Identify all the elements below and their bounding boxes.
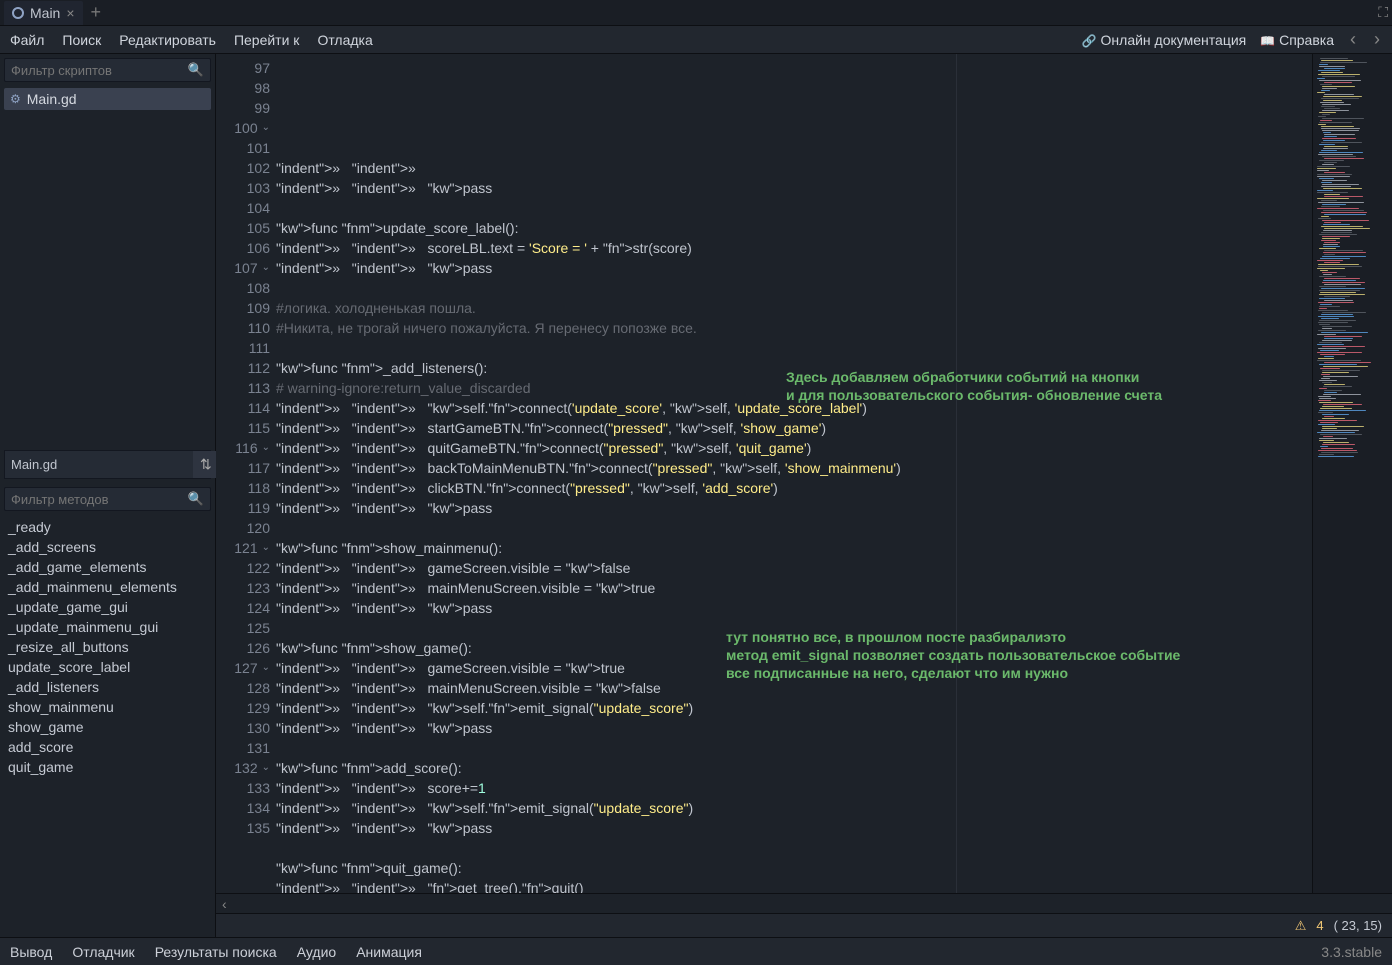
script-list: ⚙ Main.gd [0, 86, 215, 446]
help-icon: 📖 [1260, 34, 1275, 48]
help-link[interactable]: 📖 Справка [1260, 32, 1334, 48]
chevron-left-icon[interactable]: ‹ [222, 896, 227, 912]
link-icon: 🔗 [1082, 34, 1097, 48]
horizontal-scrollbar[interactable]: ‹ [216, 893, 1392, 913]
gear-icon: ⚙ [10, 92, 21, 106]
online-docs-link[interactable]: 🔗 Онлайн документация [1082, 32, 1247, 48]
script-sidebar: 🔍 ⚙ Main.gd ⇅ 🔍 _ready_add_screens_add_g… [0, 54, 216, 937]
menu-bar: Файл Поиск Редактировать Перейти к Отлад… [0, 26, 1392, 54]
bottom-anim[interactable]: Анимация [356, 944, 422, 960]
method-item[interactable]: show_game [0, 717, 215, 737]
gutter: 979899100 ⌄101102103104105106107 ⌄108109… [216, 54, 276, 893]
cursor-position: ( 23, 15) [1334, 918, 1382, 933]
filter-methods-input[interactable] [11, 492, 188, 507]
tab-bar: Main × + ⛶ [0, 0, 1392, 26]
swap-icon[interactable]: ⇅ [193, 451, 219, 478]
method-item[interactable]: _add_screens [0, 537, 215, 557]
method-item[interactable]: _add_listeners [0, 677, 215, 697]
method-item[interactable]: update_score_label [0, 657, 215, 677]
warning-count[interactable]: 4 [1316, 918, 1323, 933]
method-item[interactable]: _ready [0, 517, 215, 537]
filter-methods-row: 🔍 [4, 487, 211, 511]
method-list: _ready_add_screens_add_game_elements_add… [0, 515, 215, 937]
search-icon[interactable]: 🔍 [188, 62, 204, 78]
method-item[interactable]: quit_game [0, 757, 215, 777]
tab-title: Main [30, 5, 60, 21]
editor-status-bar: ⚠ 4 ( 23, 15) [216, 913, 1392, 937]
minimap[interactable] [1312, 54, 1392, 893]
script-icon [12, 7, 24, 19]
menu-debug[interactable]: Отладка [317, 32, 372, 48]
add-tab-button[interactable]: + [91, 2, 102, 23]
filter-scripts-row: 🔍 [4, 58, 211, 82]
menu-edit[interactable]: Редактировать [119, 32, 216, 48]
search-icon[interactable]: 🔍 [188, 491, 204, 507]
annotation-2: тут понятно все, в прошлом посте разбира… [726, 592, 1180, 718]
filter-scripts-input[interactable] [11, 63, 188, 78]
method-item[interactable]: add_score [0, 737, 215, 757]
main-area: 🔍 ⚙ Main.gd ⇅ 🔍 _ready_add_screens_add_g… [0, 54, 1392, 937]
script-item-label: Main.gd [27, 91, 77, 107]
menu-goto[interactable]: Перейти к [234, 32, 300, 48]
method-item[interactable]: show_mainmenu [0, 697, 215, 717]
bottom-audio[interactable]: Аудио [297, 944, 337, 960]
current-script-row: ⇅ [4, 450, 211, 479]
code-editor: 979899100 ⌄101102103104105106107 ⌄108109… [216, 54, 1392, 937]
menu-file[interactable]: Файл [10, 32, 44, 48]
expand-icon[interactable]: ⛶ [1378, 4, 1388, 21]
close-icon[interactable]: × [66, 5, 74, 21]
current-script-input[interactable] [5, 453, 193, 476]
tab-main[interactable]: Main × [4, 1, 83, 25]
bottom-search[interactable]: Результаты поиска [155, 944, 277, 960]
version-label: 3.3.stable [1321, 944, 1382, 960]
method-item[interactable]: _update_mainmenu_gui [0, 617, 215, 637]
method-item[interactable]: _add_game_elements [0, 557, 215, 577]
nav-forward-button[interactable]: › [1372, 29, 1382, 50]
script-item-main[interactable]: ⚙ Main.gd [4, 88, 211, 110]
code-viewport[interactable]: 979899100 ⌄101102103104105106107 ⌄108109… [216, 54, 1392, 893]
bottom-output[interactable]: Вывод [10, 944, 52, 960]
bottom-debugger[interactable]: Отладчик [72, 944, 134, 960]
method-item[interactable]: _update_game_gui [0, 597, 215, 617]
nav-back-button[interactable]: ‹ [1348, 29, 1358, 50]
code-column[interactable]: Здесь добавляем обработчики событий на к… [276, 54, 1312, 893]
annotation-1: Здесь добавляем обработчики событий на к… [786, 332, 1162, 440]
print-margin [956, 54, 957, 893]
menu-search[interactable]: Поиск [62, 32, 101, 48]
bottom-panel-bar: Вывод Отладчик Результаты поиска Аудио А… [0, 937, 1392, 965]
warning-icon[interactable]: ⚠ [1295, 918, 1307, 934]
method-item[interactable]: _resize_all_buttons [0, 637, 215, 657]
method-item[interactable]: _add_mainmenu_elements [0, 577, 215, 597]
